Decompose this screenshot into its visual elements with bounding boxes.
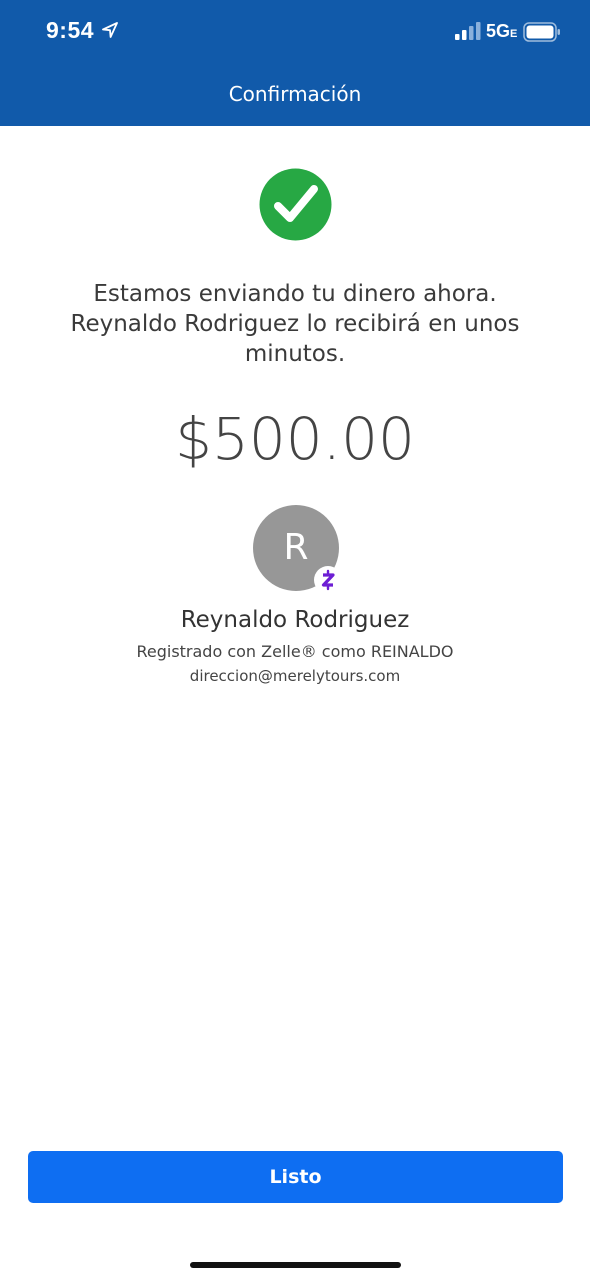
zelle-icon (321, 569, 335, 591)
cellular-signal-icon (455, 22, 481, 40)
transfer-amount: $500.00 (175, 405, 415, 473)
zelle-badge (314, 566, 342, 594)
status-bar: 9:54 5GE (0, 0, 590, 62)
recipient-email: direccion@merelytours.com (189, 667, 401, 685)
network-label: 5G (486, 21, 511, 41)
page-title: Confirmación (228, 82, 362, 106)
status-time: 9:54 (46, 17, 95, 43)
app-header: 9:54 5GE Confirmación (0, 0, 590, 126)
network-sub-label: E (510, 28, 518, 40)
confirmation-message: Estamos enviando tu dinero ahora. Reynal… (70, 281, 520, 367)
checkmark-circle-icon (259, 168, 332, 241)
location-arrow-icon (102, 22, 118, 38)
done-button[interactable]: Listo (28, 1151, 563, 1203)
home-indicator[interactable] (190, 1262, 401, 1268)
battery-icon (523, 22, 560, 42)
network-type: 5GE (486, 21, 517, 42)
recipient-registration: Registrado con Zelle® como REINALDO (136, 642, 454, 661)
recipient-name: Reynaldo Rodriguez (180, 607, 410, 633)
